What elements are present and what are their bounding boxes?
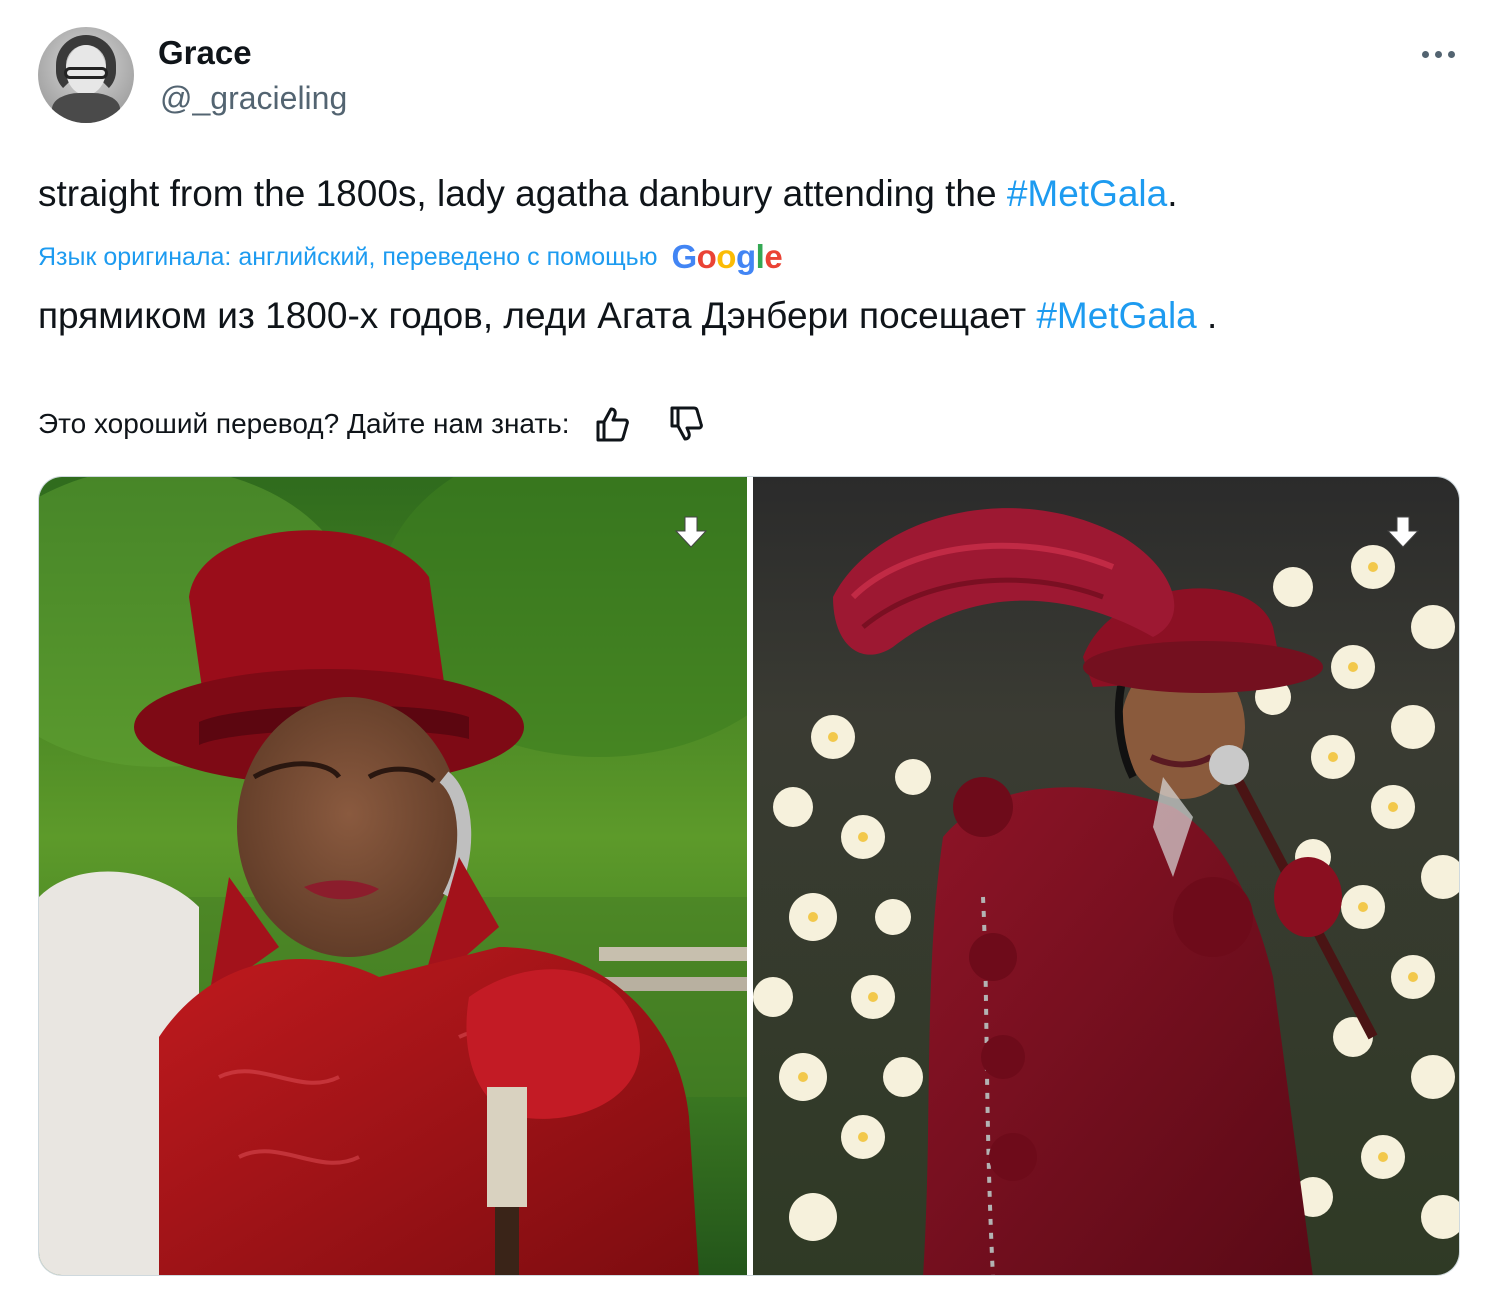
translation-feedback: Это хороший перевод? Дайте нам знать: [38,404,706,444]
translated-text-end: . [1196,295,1218,336]
hashtag-link[interactable]: #MetGala [1007,173,1167,214]
translated-text: прямиком из 1800-х годов, леди Агата Дэн… [38,292,1217,340]
translated-hashtag-link[interactable]: #MetGala [1036,295,1196,336]
user-handle[interactable]: @_gracieling [160,80,347,117]
photo-met-gala-image [753,477,1459,1275]
thumbs-down-icon[interactable] [666,404,706,444]
download-arrow-icon[interactable] [1383,513,1423,553]
google-logo: Google [671,238,783,275]
photo-lady-danbury-image [39,477,747,1275]
translation-attribution-text: Язык оригинала: английский, переведено с… [38,242,658,271]
feedback-prompt: Это хороший перевод? Дайте нам знать: [38,408,570,439]
photo-lady-danbury[interactable] [39,477,747,1275]
tweet-card: Grace @_gracieling straight from the 180… [0,0,1500,1307]
download-arrow-icon[interactable] [671,513,711,553]
more-dots-icon [1421,50,1429,58]
translated-text-body: прямиком из 1800-х годов, леди Агата Дэн… [38,295,1037,336]
tweet-text-body: straight from the 1800s, lady agatha dan… [38,173,1007,214]
display-name[interactable]: Grace [158,34,274,72]
display-name-text: Grace [158,34,252,71]
more-options-button[interactable] [1418,44,1458,64]
tweet-text-end: . [1167,173,1178,214]
media-grid [38,476,1460,1276]
crescent-moon-icon [260,44,271,64]
thumbs-up-icon[interactable] [592,404,632,444]
translation-attribution[interactable]: Язык оригинала: английский, переведено с… [38,238,783,276]
photo-met-gala[interactable] [753,477,1459,1275]
avatar[interactable] [38,27,134,123]
tweet-text: straight from the 1800s, lady agatha dan… [38,170,1178,218]
